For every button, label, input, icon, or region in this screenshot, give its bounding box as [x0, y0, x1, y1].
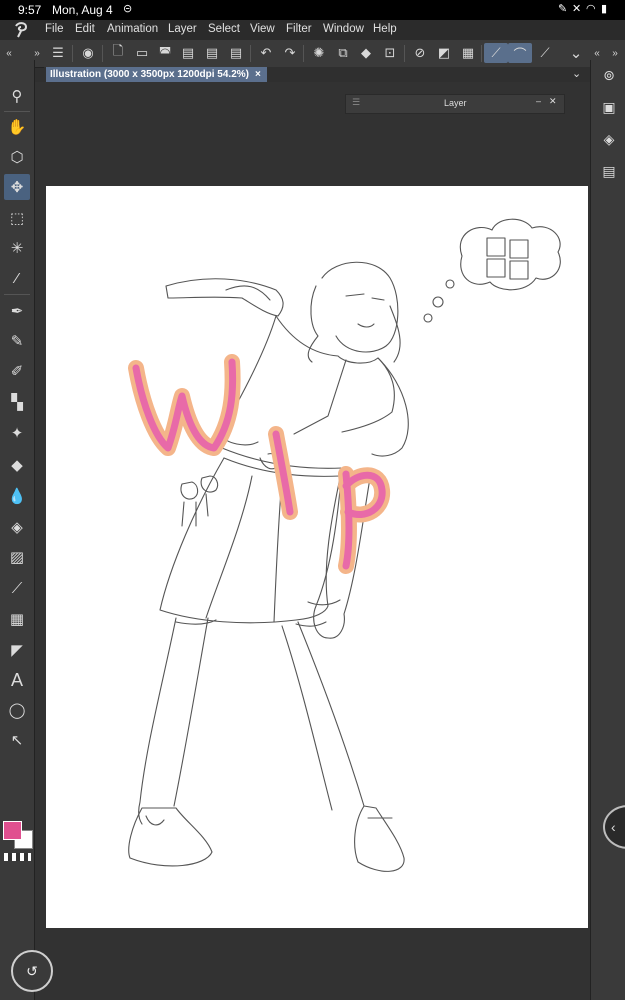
sketch-drawing: [128, 218, 561, 872]
show-selection-icon[interactable]: ▦: [458, 43, 478, 63]
invert-selection-icon[interactable]: ◩: [434, 43, 454, 63]
loading-icon[interactable]: ✺: [309, 43, 329, 63]
undo-icon[interactable]: ↶: [256, 43, 276, 63]
clear-selection-icon[interactable]: ⊘: [410, 43, 430, 63]
pencil-tool-icon[interactable]: ✎: [4, 328, 30, 354]
new-file-icon[interactable]: 🗋: [108, 43, 128, 63]
gradient-tool-icon[interactable]: ▨: [4, 544, 30, 570]
close-icon[interactable]: ✕: [549, 96, 557, 107]
drag-handle-icon[interactable]: ☰: [352, 97, 360, 108]
selection-tool-icon[interactable]: ⬚: [4, 205, 30, 231]
close-tab-icon[interactable]: ×: [255, 67, 261, 82]
fill-icon[interactable]: ◆: [356, 43, 376, 63]
navigator-icon[interactable]: ⊚: [596, 62, 622, 88]
eraser-tool-icon[interactable]: ◆: [4, 452, 30, 478]
chevron-down-icon[interactable]: ⌄: [566, 43, 586, 63]
menu-filter[interactable]: Filter: [286, 23, 312, 35]
save-icon[interactable]: ◚: [155, 43, 175, 63]
notification-icon: ⊝: [123, 3, 133, 15]
snap-ruler-icon[interactable]: ⟋: [484, 43, 508, 63]
menu-layer[interactable]: Layer: [168, 23, 197, 35]
eyedropper-tool-icon[interactable]: ⁄: [4, 265, 30, 291]
companion-mode-icon[interactable]: ◉: [78, 43, 98, 63]
wip-overlay: [128, 354, 391, 574]
app-logo-icon[interactable]: [12, 21, 30, 39]
export-jpg-icon[interactable]: ▤: [178, 43, 198, 63]
tool-palette: ⚲ ✋ ⬡ ✥ ⬚ ✳ ⁄ ✒ ✎ ✐ ▚ ✦ ◆ 💧 ◈ ▨ ⟋ ▦ ◤ A …: [0, 60, 35, 1000]
document-tab[interactable]: Illustration (3000 x 3500px 1200dpi 54.2…: [46, 67, 267, 82]
redo-icon[interactable]: ↷: [280, 43, 300, 63]
right-panel-strip: ⊚ ▣ ◈ ▤: [590, 60, 625, 1000]
menu-animation[interactable]: Animation: [107, 23, 158, 35]
brush-tool-icon[interactable]: ✐: [4, 358, 30, 384]
blend-tool-icon[interactable]: 💧: [4, 483, 30, 509]
snap-grid-icon[interactable]: ⟋: [535, 43, 555, 63]
hand-tool-icon[interactable]: ✋: [4, 114, 30, 140]
layer-palette-title: Layer: [444, 98, 467, 108]
export-png-icon[interactable]: ▤: [202, 43, 222, 63]
transparent-color-chip[interactable]: [4, 853, 31, 861]
menu-view[interactable]: View: [250, 23, 275, 35]
quick-undo-button[interactable]: ↺: [11, 950, 53, 992]
menu-bar: File Edit Animation Layer Select View Fi…: [0, 20, 625, 40]
wifi-icon: ◠: [586, 3, 596, 15]
layer-palette[interactable]: ☰ Layer – ✕: [345, 94, 565, 114]
tab-menu-chevron-icon[interactable]: ⌄: [572, 67, 581, 80]
document-tab-bar: Illustration (3000 x 3500px 1200dpi 54.2…: [44, 67, 590, 82]
document-tab-title: Illustration (3000 x 3500px 1200dpi 54.2…: [50, 69, 249, 80]
magnifier-tool-icon[interactable]: ⚲: [4, 83, 30, 109]
undo-icon: ↺: [26, 962, 38, 979]
decoration-tool-icon[interactable]: ✦: [4, 420, 30, 446]
fill-tool-icon[interactable]: ◈: [4, 514, 30, 540]
clock: 9:57: [18, 3, 42, 17]
pen-tool-icon[interactable]: ✒: [4, 298, 30, 324]
layer-property-icon[interactable]: ▣: [596, 94, 622, 120]
export-psd-icon[interactable]: ▤: [226, 43, 246, 63]
command-bar: « » ☰ ◉ 🗋 ▭ ◚ ▤ ▤ ▤ ↶ ↷ ✺ ⧉ ◆ ⊡ ⊘ ◩ ▦ ⟋ …: [0, 40, 625, 68]
canvas-area[interactable]: [35, 82, 590, 1000]
menu-file[interactable]: File: [45, 23, 64, 35]
menu-help[interactable]: Help: [373, 23, 397, 35]
menu-select[interactable]: Select: [208, 23, 240, 35]
text-tool-icon[interactable]: A: [4, 667, 30, 693]
frame-border-tool-icon[interactable]: ▦: [4, 606, 30, 632]
open-file-icon[interactable]: ▭: [132, 43, 152, 63]
status-bar: 9:57 Mon, Aug 4 ⊝ ✎ ✕ ◠ ▮: [0, 0, 625, 20]
figure-tool-icon[interactable]: ⟋: [4, 575, 30, 601]
balloon-tool-icon[interactable]: ◤: [4, 637, 30, 663]
pen-icon: ✎: [558, 3, 568, 15]
menu-edit[interactable]: Edit: [75, 23, 95, 35]
chevron-left-icon: ‹: [611, 819, 616, 835]
mute-icon: ✕: [572, 3, 582, 15]
transform-icon[interactable]: ⧉: [333, 43, 353, 63]
canvas-paper[interactable]: [46, 186, 588, 928]
snap-special-ruler-icon[interactable]: ⌒: [508, 43, 532, 63]
history-icon[interactable]: ▤: [596, 158, 622, 184]
airbrush-tool-icon[interactable]: ▚: [4, 389, 30, 415]
date: Mon, Aug 4: [52, 3, 113, 17]
layers-icon[interactable]: ◈: [596, 126, 622, 152]
auto-select-tool-icon[interactable]: ✳: [4, 235, 30, 261]
move-tool-icon[interactable]: ✥: [4, 174, 30, 200]
hamburger-menu-icon[interactable]: ☰: [48, 43, 68, 63]
battery-icon: ▮: [601, 3, 608, 15]
menu-window[interactable]: Window: [323, 23, 364, 35]
crop-icon[interactable]: ⊡: [380, 43, 400, 63]
main-color-chip[interactable]: [3, 821, 22, 840]
minimize-icon[interactable]: –: [536, 96, 541, 106]
lasso-tool-icon[interactable]: ◯: [4, 697, 30, 723]
operation-tool-icon[interactable]: ↖: [4, 727, 30, 753]
object-tool-icon[interactable]: ⬡: [4, 144, 30, 170]
